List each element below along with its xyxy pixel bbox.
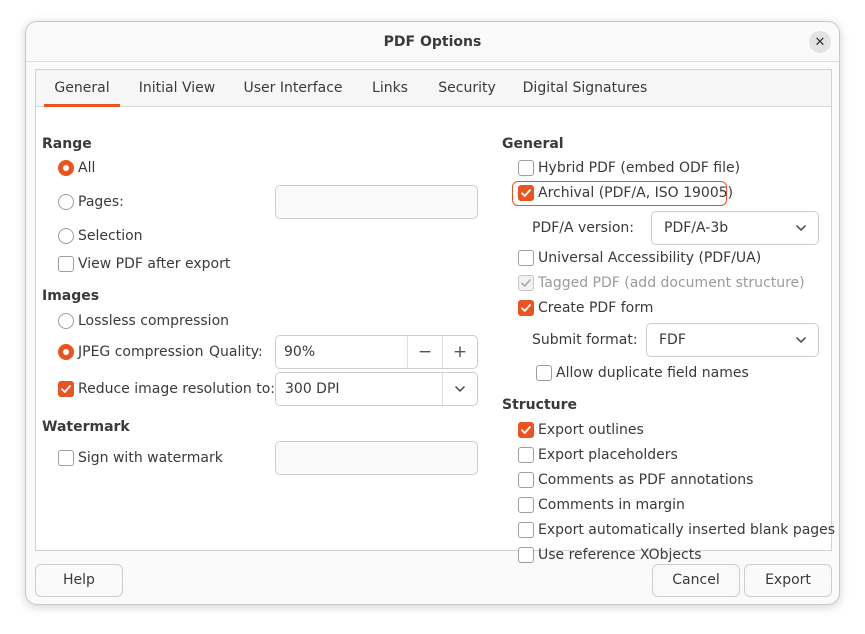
close-icon: ✕	[814, 34, 826, 50]
export-button[interactable]: Export	[744, 564, 832, 597]
range-title: Range	[42, 136, 92, 152]
tab-links[interactable]: Links	[364, 70, 416, 107]
plus-icon: +	[452, 342, 468, 362]
general-title: General	[502, 136, 564, 152]
sign-watermark-checkbox[interactable]	[58, 450, 74, 466]
submit-format-combo[interactable]: FDF	[646, 323, 819, 357]
comments-annotations-label: Comments as PDF annotations	[538, 472, 754, 488]
title-bar: PDF Options	[26, 22, 839, 62]
export-outlines-checkbox[interactable]	[518, 422, 534, 438]
range-all-radio[interactable]	[58, 160, 74, 176]
jpeg-label: JPEG compression	[78, 344, 204, 360]
resolution-value: 300 DPI	[285, 381, 340, 397]
universal-accessibility-checkbox[interactable]	[518, 250, 534, 266]
pdf-options-dialog: PDF Options ✕ General Initial View User …	[25, 21, 840, 605]
sign-watermark-label: Sign with watermark	[78, 450, 223, 466]
hybrid-pdf-checkbox[interactable]	[518, 160, 534, 176]
create-form-label: Create PDF form	[538, 300, 654, 316]
export-outlines-label: Export outlines	[538, 422, 644, 438]
hybrid-pdf-label: Hybrid PDF (embed ODF file)	[538, 160, 741, 176]
tagged-pdf-checkbox[interactable]	[518, 275, 534, 291]
pdfa-version-combo[interactable]: PDF/A-3b	[651, 211, 819, 245]
pdfa-version-value: PDF/A-3b	[664, 220, 729, 236]
pdfa-version-label: PDF/A version:	[532, 220, 635, 236]
reduce-resolution-label: Reduce image resolution to:	[78, 381, 276, 397]
tab-security[interactable]: Security	[432, 70, 502, 107]
tab-digital-signatures[interactable]: Digital Signatures	[518, 70, 652, 107]
images-title: Images	[42, 288, 100, 304]
structure-title: Structure	[502, 397, 578, 413]
resolution-combo[interactable]: 300 DPI	[275, 372, 478, 406]
quality-stepper[interactable]: 90% − +	[275, 335, 478, 369]
checkmark-icon	[521, 279, 531, 287]
comments-margin-label: Comments in margin	[538, 497, 685, 513]
range-all-label: All	[78, 160, 96, 176]
range-pages-label: Pages:	[78, 194, 124, 210]
quality-value[interactable]: 90%	[276, 336, 407, 368]
chevron-down-icon	[795, 336, 806, 344]
options-notebook: General Initial View User Interface Link…	[35, 69, 836, 563]
quality-label: Quality:	[209, 344, 263, 360]
quality-increase-button[interactable]: +	[442, 336, 477, 368]
submit-format-value: FDF	[659, 332, 686, 348]
watermark-text-input[interactable]	[275, 441, 478, 475]
lossless-label: Lossless compression	[78, 313, 230, 329]
tab-bar: General Initial View User Interface Link…	[36, 70, 831, 107]
tab-general[interactable]: General	[44, 70, 120, 107]
minus-icon: −	[417, 342, 433, 362]
export-placeholders-checkbox[interactable]	[518, 447, 534, 463]
checkmark-icon	[521, 304, 531, 312]
pdfa-version-dropdown-button[interactable]	[783, 212, 818, 244]
cancel-button[interactable]: Cancel	[652, 564, 740, 597]
comments-annotations-checkbox[interactable]	[518, 472, 534, 488]
watermark-title: Watermark	[42, 419, 130, 435]
export-placeholders-label: Export placeholders	[538, 447, 678, 463]
archival-checkbox[interactable]	[518, 185, 534, 201]
create-form-checkbox[interactable]	[518, 300, 534, 316]
quality-decrease-button[interactable]: −	[407, 336, 442, 368]
checkmark-icon	[521, 426, 531, 434]
blank-pages-checkbox[interactable]	[518, 522, 534, 538]
close-button[interactable]: ✕	[809, 31, 831, 53]
help-button[interactable]: Help	[35, 564, 123, 597]
checkmark-icon	[61, 385, 71, 393]
resolution-dropdown-button[interactable]	[442, 373, 477, 405]
chevron-down-icon	[795, 224, 806, 232]
blank-pages-label: Export automatically inserted blank page…	[538, 522, 836, 538]
dialog-title: PDF Options	[383, 34, 482, 50]
checkmark-icon	[521, 189, 531, 197]
view-after-export-label: View PDF after export	[78, 256, 231, 272]
reduce-resolution-checkbox[interactable]	[58, 381, 74, 397]
submit-format-dropdown-button[interactable]	[783, 324, 818, 356]
view-after-export-checkbox[interactable]	[58, 256, 74, 272]
tab-user-interface[interactable]: User Interface	[238, 70, 348, 107]
universal-accessibility-label: Universal Accessibility (PDF/UA)	[538, 250, 762, 266]
comments-margin-checkbox[interactable]	[518, 497, 534, 513]
range-selection-radio[interactable]	[58, 228, 74, 244]
reference-xobjects-label: Use reference XObjects	[538, 547, 702, 563]
allow-duplicate-checkbox[interactable]	[536, 365, 552, 381]
archival-label: Archival (PDF/A, ISO 19005)	[538, 185, 734, 201]
range-selection-label: Selection	[78, 228, 143, 244]
tab-initial-view[interactable]: Initial View	[132, 70, 222, 107]
tagged-pdf-label: Tagged PDF (add document structure)	[538, 275, 805, 291]
submit-format-label: Submit format:	[532, 332, 638, 348]
range-pages-radio[interactable]	[58, 194, 74, 210]
reference-xobjects-checkbox[interactable]	[518, 547, 534, 563]
chevron-down-icon	[454, 385, 466, 393]
allow-duplicate-label: Allow duplicate field names	[556, 365, 749, 381]
jpeg-radio[interactable]	[58, 344, 74, 360]
lossless-radio[interactable]	[58, 313, 74, 329]
pages-input[interactable]	[275, 185, 478, 219]
